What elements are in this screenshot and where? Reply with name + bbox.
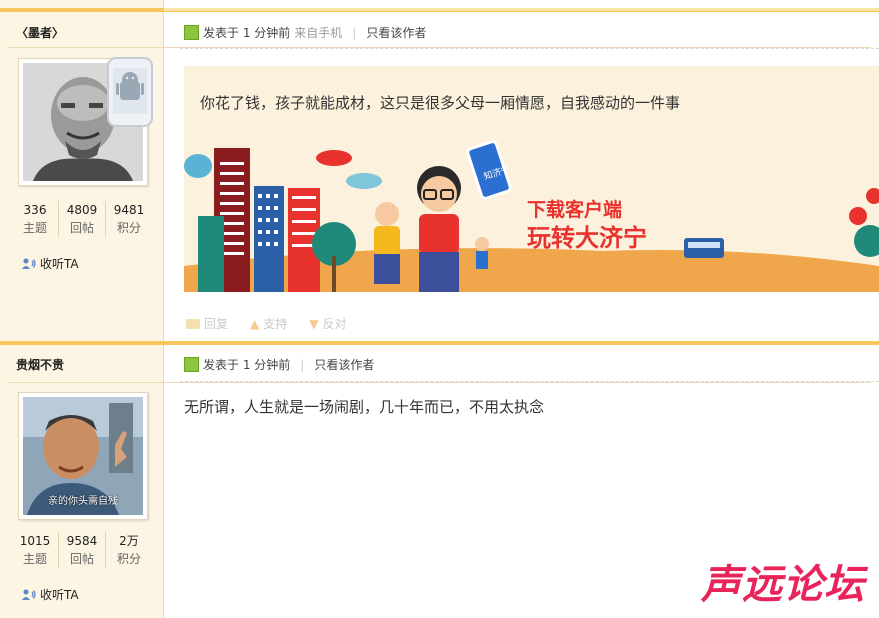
- post-top-border: [0, 341, 879, 345]
- post-source[interactable]: 来自手机: [294, 24, 342, 41]
- stat-replies[interactable]: 4809 回帖: [59, 201, 106, 237]
- thumbs-up-icon: ▲: [250, 316, 260, 331]
- post-1: 〈墨者〉 336 主题 4809 回帖 9481 积分 收听TA 发表于 1 分…: [0, 0, 879, 340]
- post-time: 发表于 1 分钟前: [203, 358, 291, 372]
- follow-button[interactable]: 收听TA: [22, 586, 79, 603]
- avatar-caption: 亲的你头需自残: [48, 496, 118, 507]
- listen-icon: [22, 258, 36, 269]
- stat-topics[interactable]: 336 主题: [12, 201, 59, 237]
- stat-value: 336: [23, 203, 47, 217]
- stat-value: 1015: [19, 534, 51, 548]
- promo-banner[interactable]: 你花了钱，孩子就能成材，这只是很多父母一厢情愿，自我感动的一件事 知济宁 下载客…: [184, 66, 879, 292]
- reply-button[interactable]: 回复: [186, 315, 228, 332]
- stat-value: 9584: [66, 534, 98, 548]
- thumbs-down-icon: ▼: [309, 316, 319, 331]
- support-button[interactable]: ▲ 支持: [250, 315, 287, 332]
- separator: |: [352, 25, 357, 40]
- oppose-button[interactable]: ▼ 反对: [309, 315, 346, 332]
- author-username[interactable]: 〈墨者〉: [16, 24, 64, 41]
- stat-value: 9481: [113, 203, 145, 217]
- listen-icon: [22, 589, 36, 600]
- post-meta: 发表于 1 分钟前 | 只看该作者: [184, 356, 374, 373]
- only-author-link[interactable]: 只看该作者: [366, 24, 426, 41]
- stat-label: 回帖: [69, 552, 94, 566]
- support-label: 支持: [263, 317, 288, 331]
- post-top-border-right: [164, 8, 879, 11]
- divider: [8, 382, 871, 383]
- stat-replies[interactable]: 9584 回帖: [59, 532, 106, 568]
- post-meta: 发表于 1 分钟前 来自手机 | 只看该作者: [184, 24, 426, 41]
- stat-label: 积分: [116, 221, 141, 235]
- meta-divider: [180, 48, 879, 49]
- banner-line-2: 玩转大济宁: [527, 224, 647, 252]
- android-client-icon: [107, 57, 153, 127]
- reply-icon: [186, 318, 200, 329]
- author-stats: 1015 主题 9584 回帖 2万 积分: [12, 532, 152, 568]
- oppose-label: 反对: [322, 317, 347, 331]
- author-stats: 336 主题 4809 回帖 9481 积分: [12, 201, 152, 237]
- author-username[interactable]: 贵烟不贵: [16, 356, 64, 373]
- stat-label: 回帖: [69, 221, 94, 235]
- stat-label: 积分: [116, 552, 141, 566]
- stat-label: 主题: [22, 221, 47, 235]
- banner-line-1: 下载客户端: [527, 198, 622, 221]
- watermark-logo: 声远论坛: [701, 562, 865, 608]
- online-status-icon: [184, 357, 199, 372]
- stat-label: 主题: [22, 552, 47, 566]
- post-content: 无所谓，人生就是一场闹剧，几十年而已，不用太执念: [184, 398, 545, 416]
- online-status-icon: [184, 25, 199, 40]
- stat-value: 2万: [119, 534, 139, 548]
- stat-topics[interactable]: 1015 主题: [12, 532, 59, 568]
- banner-illustration: 知济宁 下载客户端 玩转大济宁: [184, 140, 879, 292]
- only-author-link[interactable]: 只看该作者: [314, 356, 374, 373]
- meta-divider: [180, 381, 879, 382]
- stat-points[interactable]: 2万 积分: [106, 532, 152, 568]
- stat-points[interactable]: 9481 积分: [106, 201, 152, 237]
- follow-label: 收听TA: [40, 588, 79, 602]
- stat-value: 4809: [66, 203, 98, 217]
- avatar[interactable]: 亲的你头需自残: [18, 392, 148, 520]
- reply-label: 回复: [204, 317, 229, 331]
- separator: |: [300, 357, 305, 372]
- follow-button[interactable]: 收听TA: [22, 255, 79, 272]
- post-time: 发表于 1 分钟前: [203, 26, 291, 40]
- follow-label: 收听TA: [40, 257, 79, 271]
- post-actions: 回复 ▲ 支持 ▼ 反对: [186, 315, 347, 332]
